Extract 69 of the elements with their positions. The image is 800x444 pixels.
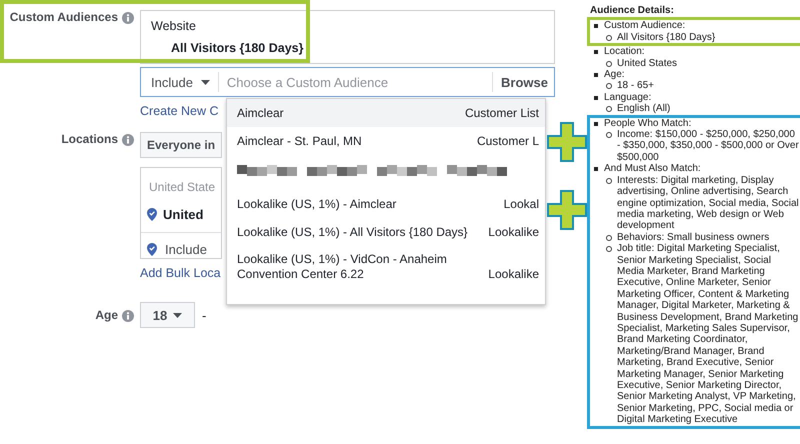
field-label: Age [95,308,118,322]
detail-heading: Custom Audience: [604,20,686,32]
location-name: United [163,207,204,222]
add-bulk-locations-link[interactable]: Add Bulk Loca [140,266,221,280]
include-dropdown[interactable]: Include [141,72,219,92]
region-label: United State [148,179,216,194]
detail-heading: And Must Also Match: [604,163,701,175]
panel-title: Audience Details: [590,5,675,16]
plus-icon [547,122,587,162]
audience-location-dropdown[interactable]: Everyone in [140,132,222,158]
bullet-icon [594,73,598,78]
bullet-icon [606,234,612,241]
info-icon [122,134,134,146]
bullet-icon [594,24,598,28]
dropdown-item[interactable]: Lookalike (US, 1%) - Aimclear Lookal [227,190,545,218]
create-new-link[interactable]: Create New C [140,104,218,118]
location-pin-icon [147,243,157,256]
field-label: Custom Audiences [10,10,118,24]
dropdown-item[interactable]: Aimclear Customer List [227,99,545,127]
detail-value: United States [617,58,678,70]
detail-heading: Location: [604,46,645,58]
bullet-icon [606,83,612,90]
include-label[interactable]: Include [165,242,207,257]
detail-heading: Age: [604,69,625,80]
bullet-icon [606,34,612,41]
bullet-icon [606,132,612,138]
dropdown-item[interactable]: Aimclear - St. Paul, MN Customer L [227,127,545,155]
audience-name: Aimclear [237,106,284,121]
bullet-icon [594,122,598,126]
audience-name: Lookalike (US, 1%) - All Visitors {180 Days} [237,225,468,240]
audience-type: Lookalike [488,266,539,282]
detail-heading: Language: [604,92,652,104]
bullet-icon [606,106,612,112]
audience-name: Aimclear - St. Paul, MN [237,134,362,149]
audience-group-label: Website [151,19,197,33]
caret-icon [173,312,182,318]
detail-value: All Visitors {180 Days} [617,32,716,44]
detail-value: 18 - 65+ [617,80,654,92]
bullet-icon [594,50,598,54]
audience-type: Lookalike [488,224,539,240]
selected-audience: All Visitors {180 Days} [171,41,304,55]
detail-value: Job title: Digital Marketing Specialist, Senior Marketing Specialist, Social Media Marketer, Brand Marketing Executive, Online Marketer, Senior Marketing Officer, Content & Marketing Manager, Digital Marketer, Marketing & Business Development, Brand Marketing Specialist, Marketing Sales Supervisor, Brand Marketing Coordinator, Marketing/Brand Manager, Brand Marketing, Brand Executive, Senior Marketing Manager, Senior Marketing Executive, Senior Marketing Director, Senior Marketing Analyst, VP Marketing, Senior Marketing, PPC, Social media or Digital Marketing Executive [617,243,800,426]
detail-value: Behaviors: Small business owners [617,232,770,244]
plus-icon [547,190,587,230]
dropdown-item[interactable]: Lookalike (US, 1%) - VidCon - Anaheim Convention Center 6.22 Lookalike [227,246,545,288]
bullet-icon [594,96,598,100]
caret-icon [200,80,210,84]
dropdown-item[interactable]: Lookalike (US, 1%) - All Visitors {180 Days} Lookalike [227,218,545,246]
detail-heading: People Who Match: [604,118,692,130]
bullet-icon [606,178,612,184]
audience-name: Lookalike (US, 1%) - Aimclear [237,197,396,212]
age-separator: - [202,308,206,322]
browse-button[interactable]: Browse [492,72,554,92]
info-icon [122,12,134,24]
age-min-dropdown[interactable]: 18 [140,302,195,328]
location-pin-icon [147,208,157,221]
info-icon [122,310,134,322]
audience-name: Lookalike (US, 1%) - VidCon - Anaheim Convention Center 6.22 [237,252,448,282]
bullet-icon [594,167,598,172]
detail-value: Income: $150,000 - $250,000, $250,000 - $350,000, $350,000 - $500,000 or Over $500,000 [617,129,800,164]
audience-type: Lookal [504,196,539,212]
bullet-icon [606,246,612,252]
audience-type: Customer List [464,105,539,121]
audience-type: Customer L [476,133,539,149]
detail-value: Interests: Digital marketing, Display advertising, Online advertising, Search engine optimization, Social media, Social media marketing, Web design or Web development [617,174,800,232]
bullet-icon [606,60,612,67]
detail-value: English (All) [617,103,670,115]
field-label: Locations [61,132,118,146]
audience-search-field[interactable]: Include Choose a Custom Audience Browse [140,67,555,97]
